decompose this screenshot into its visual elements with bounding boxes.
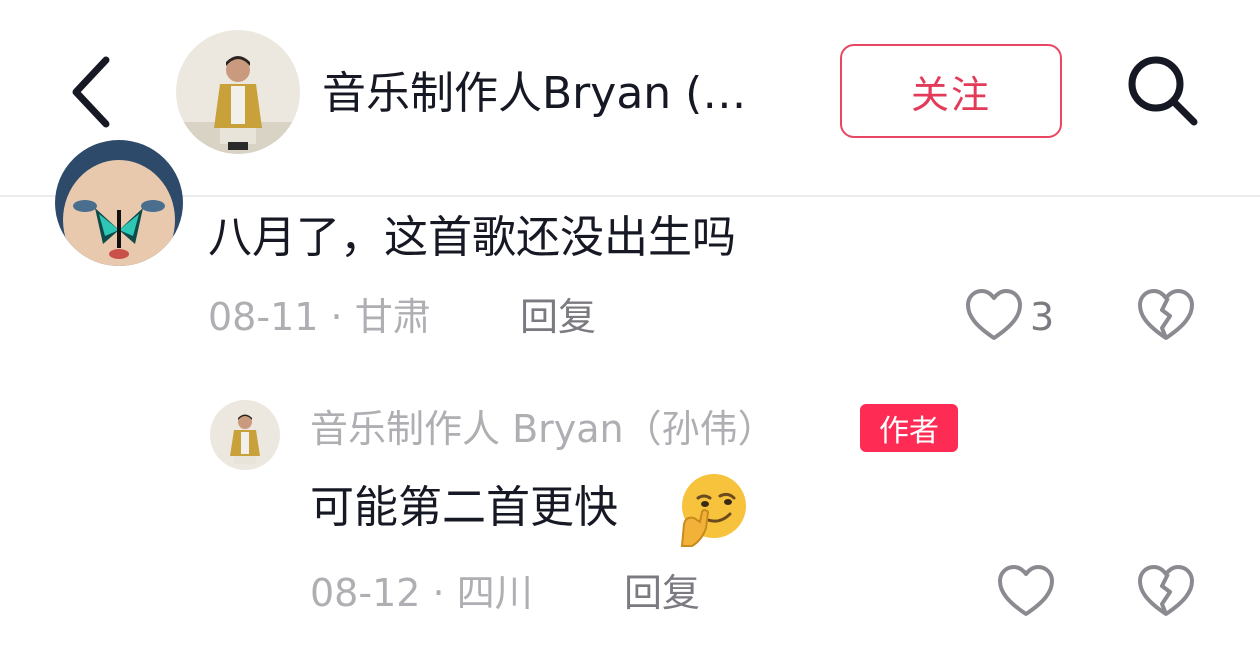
reply-author-avatar[interactable] — [210, 400, 280, 470]
back-chevron-icon — [72, 56, 110, 128]
comment-dislike-button[interactable] — [1136, 286, 1196, 346]
comment-like-button[interactable] — [964, 286, 1024, 346]
author-badge: 作者 — [860, 404, 958, 452]
reply-author-name[interactable]: 音乐制作人 Bryan（孙伟） — [310, 404, 776, 454]
search-button[interactable] — [1122, 50, 1202, 130]
meta-separator: · — [330, 295, 355, 339]
commenter-avatar[interactable] — [55, 140, 183, 266]
author-avatar[interactable] — [176, 30, 300, 154]
reply-meta: 08-12 · 四川 — [310, 568, 533, 618]
broken-heart-icon — [1138, 289, 1194, 340]
reply-like-button[interactable] — [996, 562, 1056, 622]
reply-date: 08-12 — [310, 571, 421, 615]
top-bar: 音乐制作人Bryan (… 关注 — [0, 0, 1260, 197]
back-button[interactable] — [62, 52, 132, 132]
thinking-smirk-emoji — [672, 468, 752, 548]
comment-reply-button[interactable]: 回复 — [520, 292, 596, 342]
comment-location: 甘肃 — [354, 295, 431, 339]
page-title: 音乐制作人Bryan (… — [322, 68, 747, 119]
comment-like-count: 3 — [1030, 295, 1055, 339]
heart-icon — [966, 289, 1022, 340]
comment-date: 08-11 — [208, 295, 319, 339]
reply-location: 四川 — [456, 571, 533, 615]
broken-heart-icon — [1138, 565, 1194, 616]
reply-dislike-button[interactable] — [1136, 562, 1196, 622]
meta-separator: · — [432, 571, 457, 615]
heart-icon — [998, 565, 1054, 616]
search-icon — [1128, 56, 1198, 126]
follow-button[interactable]: 关注 — [840, 44, 1062, 138]
comment-meta: 08-11 · 甘肃 — [208, 292, 431, 342]
comment-text: 八月了，这首歌还没出生吗 — [208, 212, 736, 263]
reply-text: 可能第二首更快 — [310, 482, 618, 533]
reply-reply-button[interactable]: 回复 — [624, 568, 700, 618]
